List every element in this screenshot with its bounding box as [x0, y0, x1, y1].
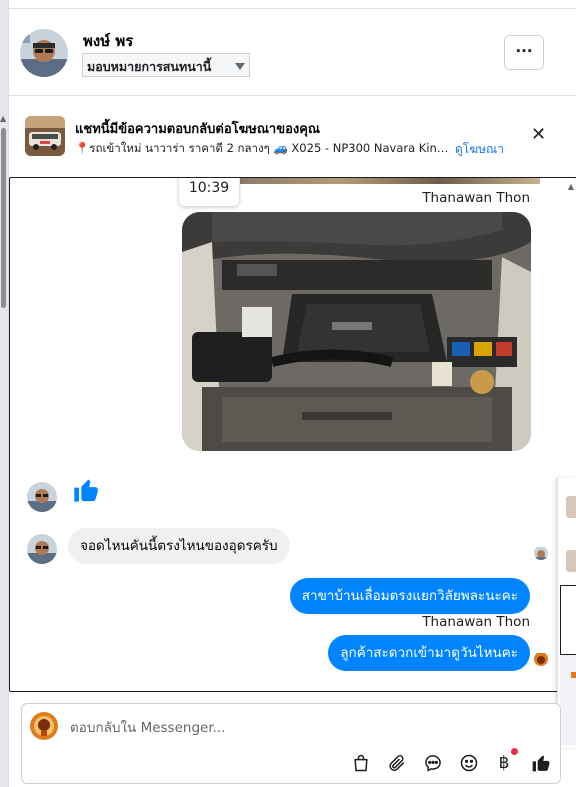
read-receipt-avatar	[534, 546, 548, 560]
side-panel-marker	[571, 672, 576, 678]
page-avatar	[30, 712, 58, 740]
paperclip-icon[interactable]	[386, 752, 408, 774]
previous-image-edge	[240, 178, 540, 184]
sender-name: Thanawan Thon	[422, 614, 530, 630]
view-ad-link[interactable]: ดูโฆษณา	[455, 140, 504, 159]
reply-input[interactable]	[70, 718, 490, 738]
ad-reply-banner: แชทนี้มีข้อความตอบกลับต่อโฆษณาของคุณ 📍รถ…	[9, 96, 576, 176]
close-icon[interactable]: ✕	[531, 126, 546, 144]
engine-photo-attachment[interactable]	[182, 212, 531, 451]
ad-thumbnail[interactable]	[25, 116, 65, 156]
customer-avatar[interactable]	[27, 534, 57, 564]
message-composer[interactable]: ฿	[21, 703, 561, 784]
outer-scrollbar-thumb[interactable]	[1, 128, 6, 308]
more-options-button[interactable]: ···	[504, 35, 544, 70]
conversation-header: พงษ์ พร มอบหมายการสนทนานี้ ···	[9, 8, 576, 96]
contact-name[interactable]: พงษ์ พร	[83, 29, 133, 53]
sender-name: Thanawan Thon	[422, 190, 530, 206]
chevron-down-icon	[235, 63, 245, 70]
baht-icon[interactable]: ฿	[493, 752, 515, 774]
customer-avatar[interactable]	[27, 482, 57, 512]
scroll-up-arrow-icon[interactable]: ▲	[0, 114, 6, 123]
seen-by-avatar	[534, 652, 548, 666]
chat-bubble-icon[interactable]	[422, 752, 444, 774]
bag-icon[interactable]	[350, 752, 372, 774]
ad-banner-description: 📍รถเข้าใหม่ นาวาร่า ราคาดี 2 กลางๆ 🚙 X02…	[75, 141, 455, 155]
outgoing-message[interactable]: สาขาบ้านเลื่อมตรงแยกวิลัยพละนะคะ	[289, 578, 530, 614]
side-chat-avatar[interactable]	[566, 550, 576, 572]
assign-conversation-label: มอบหมายการสนทนานี้	[87, 59, 212, 74]
side-chat-avatar[interactable]	[566, 496, 576, 518]
emoji-icon[interactable]	[458, 752, 480, 774]
incoming-message[interactable]: จอดไหนคันนี้ตรงไหนของอุดรครับ	[68, 528, 290, 564]
message-thread[interactable]: ▲ 10:39 Thanawan Thon จอดไหนคันนี้ตรงไหน…	[9, 177, 576, 692]
side-panel-frame	[560, 585, 576, 655]
timestamp-tooltip: 10:39	[179, 178, 239, 206]
thread-scroll-up-icon[interactable]: ▲	[568, 182, 574, 191]
thumbs-up-send-icon[interactable]	[530, 752, 552, 774]
side-panel-body	[560, 655, 576, 745]
ad-banner-title: แชทนี้มีข้อความตอบกลับต่อโฆษณาของคุณ	[75, 122, 320, 137]
thumbs-up-icon	[72, 476, 100, 508]
assign-conversation-dropdown[interactable]: มอบหมายการสนทนานี้	[82, 53, 250, 77]
outer-scrollbar-track[interactable]: ▲	[0, 0, 8, 787]
notification-dot	[511, 748, 518, 755]
outgoing-message[interactable]: ลูกค้าสะดวกเข้ามาดูวันไหนคะ	[328, 635, 530, 671]
contact-avatar[interactable]	[20, 29, 68, 77]
